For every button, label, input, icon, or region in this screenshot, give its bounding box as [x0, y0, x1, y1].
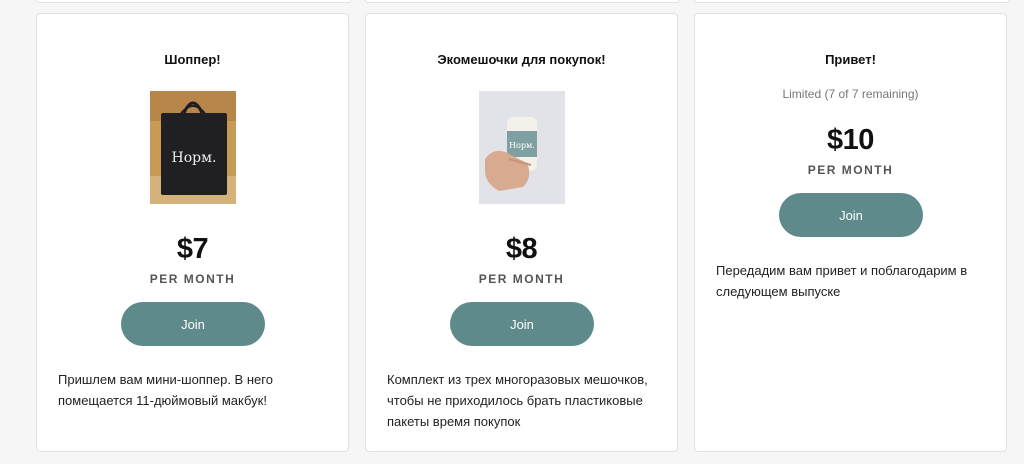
tier-image-eco-bags: Норм.: [479, 91, 565, 204]
tier-card-hello: Привет! Limited (7 of 7 remaining) $10 P…: [694, 13, 1007, 452]
bag-print-text: Норм.: [172, 150, 217, 166]
join-button[interactable]: Join: [779, 193, 923, 237]
tier-description: Передадим вам привет и поблагодарим в сл…: [716, 263, 968, 299]
price-period: PER MONTH: [478, 272, 565, 286]
tier-limit: Limited (7 of 7 remaining): [782, 87, 919, 101]
tier-price: $8: [505, 233, 538, 265]
tier-image-shopper: Норм.: [150, 91, 236, 204]
tier-card-shopper: Шоппер! Норм. $7 PER MONTH Join Пришлем …: [36, 13, 349, 452]
tiers-page: Шоппер! Норм. $7 PER MONTH Join Пришлем …: [0, 0, 1024, 464]
previous-card-edge: [365, 0, 680, 3]
tier-title: Экомешочки для покупок!: [437, 52, 606, 67]
price-period: PER MONTH: [807, 163, 894, 177]
tier-description: Комплект из трех многоразовых мешочков, …: [387, 372, 648, 429]
tier-description: Пришлем вам мини-шоппер. В него помещает…: [58, 372, 273, 408]
join-button[interactable]: Join: [450, 302, 594, 346]
previous-card-edge: [694, 0, 1009, 3]
price-period: PER MONTH: [149, 272, 236, 286]
tier-title: Привет!: [825, 52, 876, 67]
tier-title: Шоппер!: [164, 52, 221, 67]
previous-card-edge: [36, 0, 351, 3]
bag-print-text: Норм.: [509, 141, 535, 150]
tote-bag-photo: Норм.: [150, 91, 236, 204]
tier-card-eco-bags: Экомешочки для покупок! Норм. $8 PER MON…: [365, 13, 678, 452]
tier-price: $10: [827, 124, 874, 156]
join-button[interactable]: Join: [121, 302, 265, 346]
tier-price: $7: [176, 233, 209, 265]
eco-bags-photo: Норм.: [479, 91, 565, 204]
